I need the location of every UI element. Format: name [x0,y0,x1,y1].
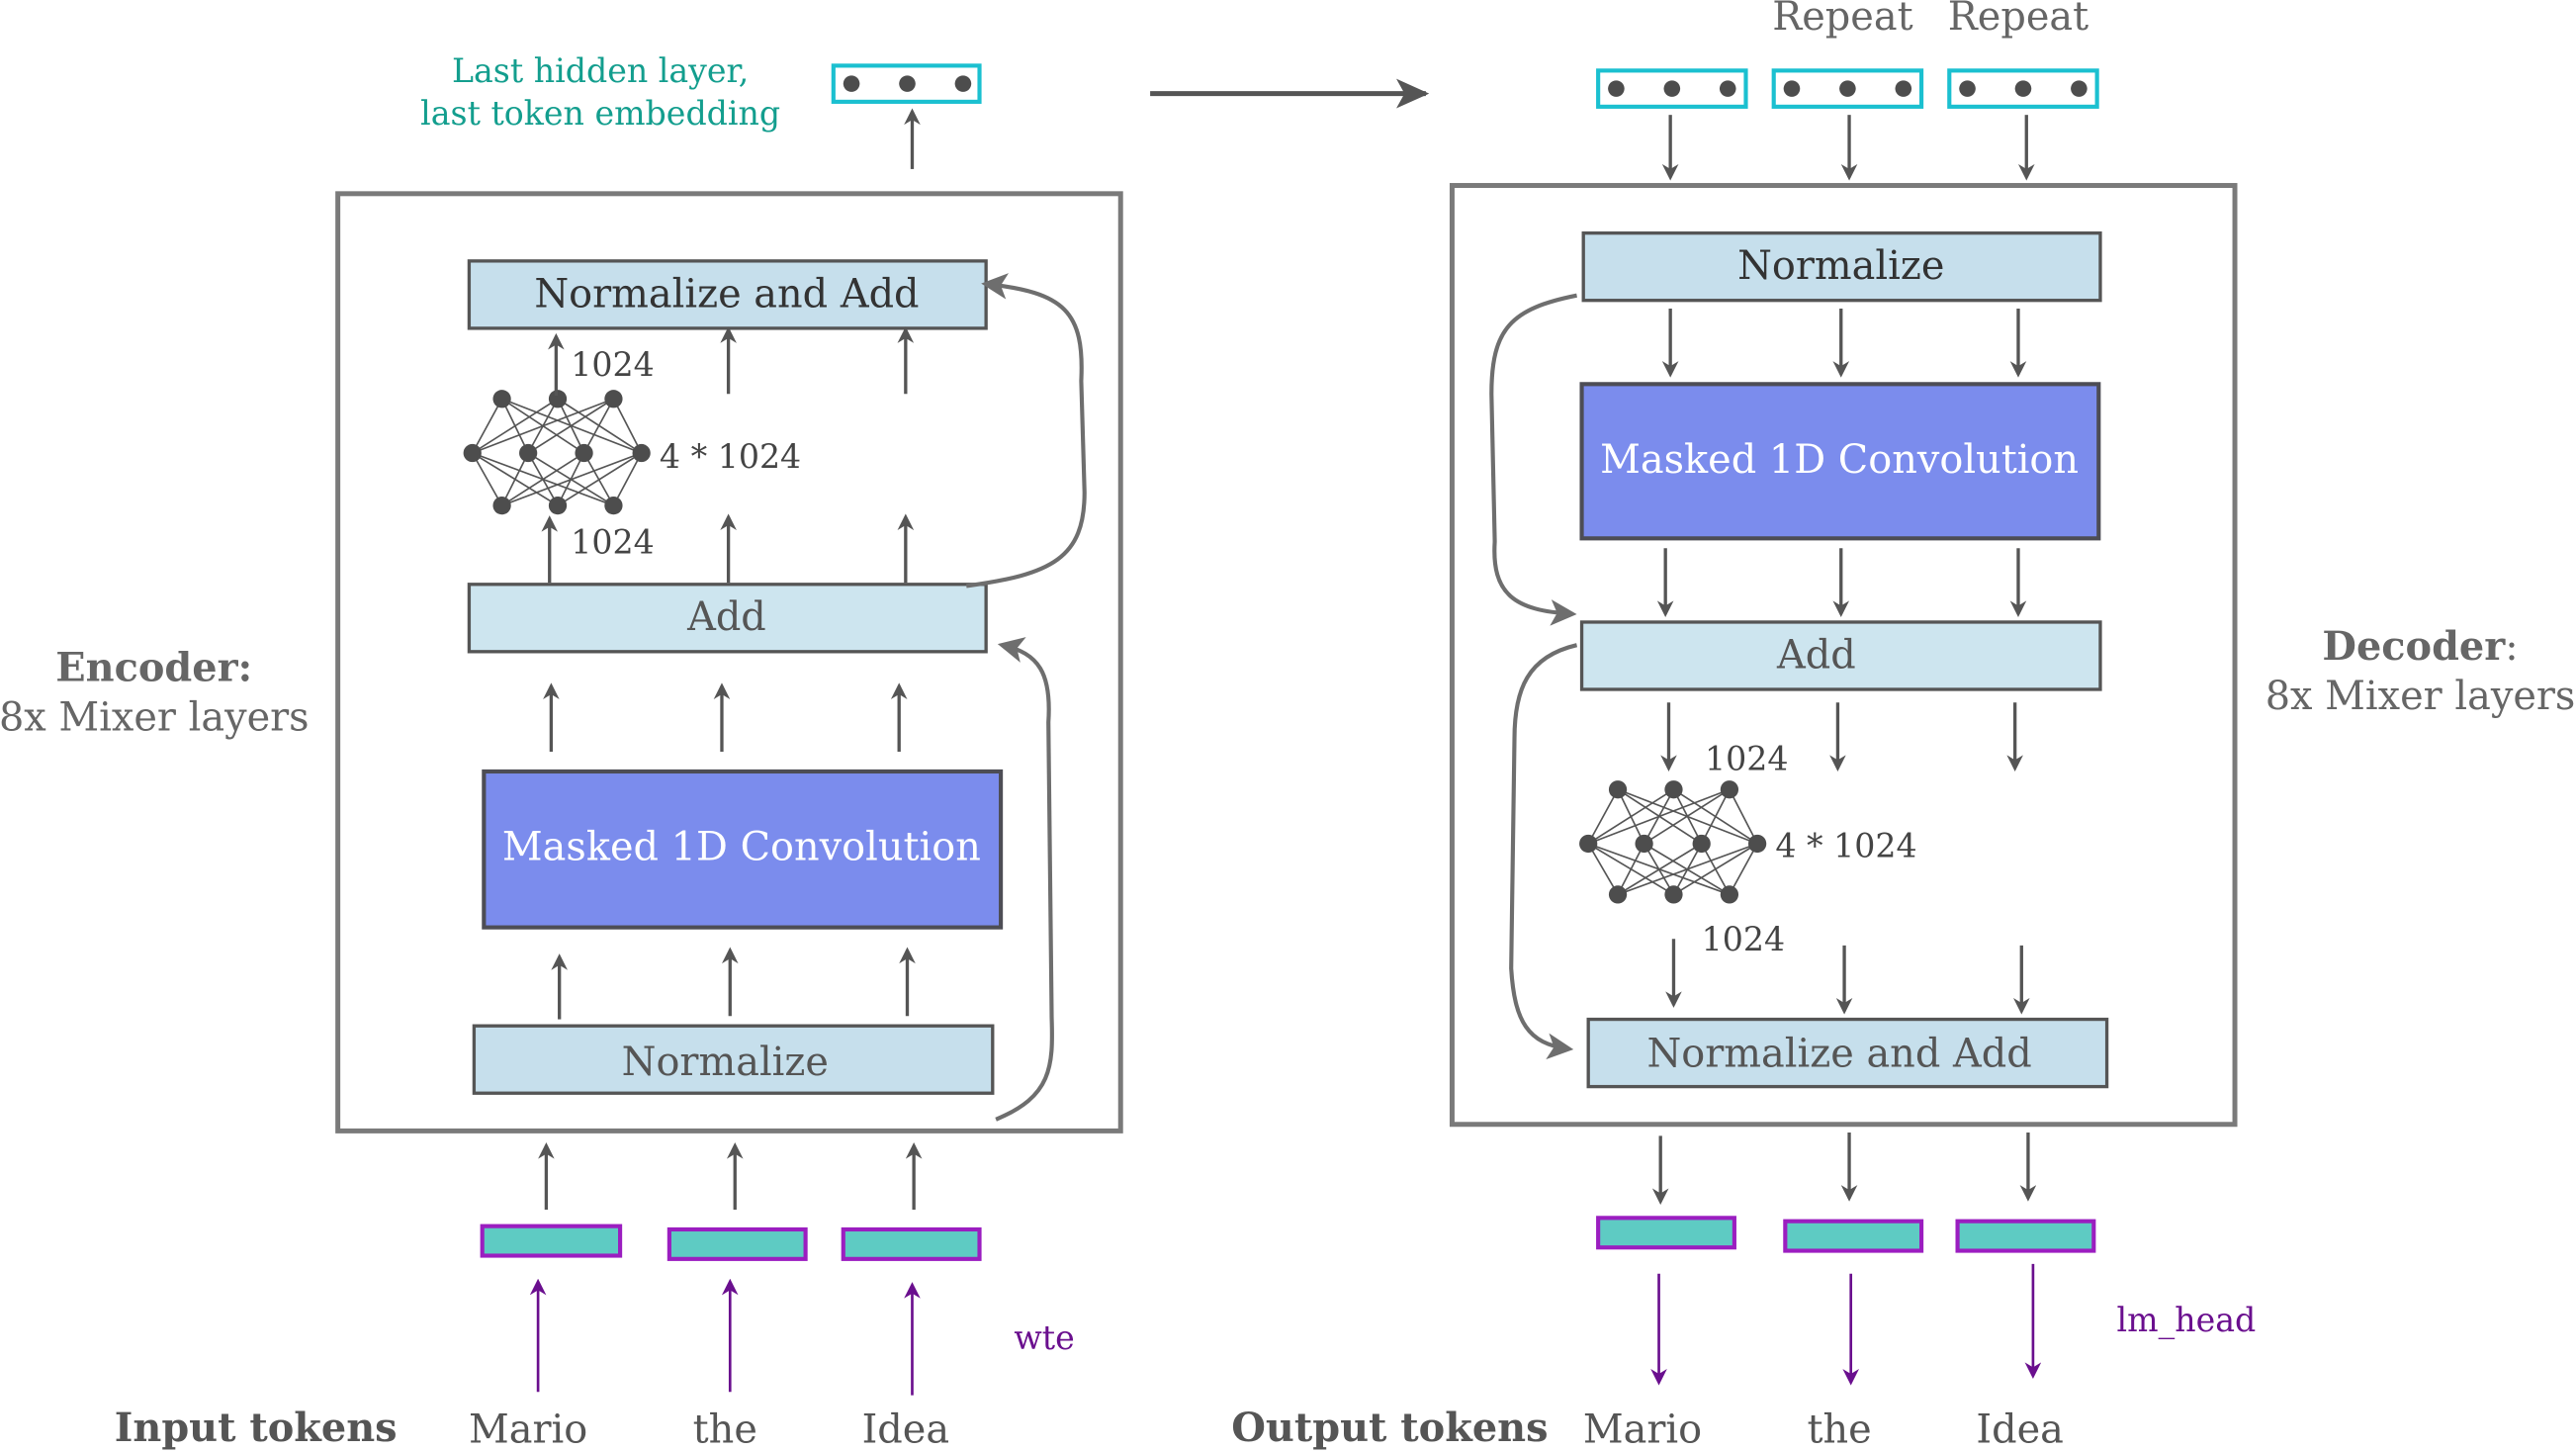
input-embedding [480,1224,623,1258]
neuron [492,390,511,408]
repeated-embedding-vector [1947,68,2099,109]
input-token: Idea [862,1407,950,1451]
encoder-residual-arrow-2 [995,637,1054,1122]
neuron [1720,780,1739,799]
input-embedding [666,1226,808,1261]
encoder-conv-label: Masked 1D Convolution [502,825,981,870]
neuron [1692,834,1711,854]
decoder-subtitle: 8x Mixer layers [2265,674,2576,719]
decoder-mlp-icon [1579,780,1767,904]
decoder-mlp-out-dim: 1024 [1702,920,1785,958]
encoder-title: Encoder: [55,646,252,691]
neuron [1720,885,1739,904]
wte-label: wte [1014,1318,1074,1357]
neuron [1664,780,1683,799]
input-token: the [693,1407,757,1451]
last-hidden-label-line2: last token embedding [420,94,780,133]
repeat-label: Repeat [1772,0,1912,40]
output-token: Idea [1976,1407,2064,1451]
decoder-title: Decoder: [2322,624,2518,670]
decoder: Decoder: 8x Mixer layers Repeat Repeat N… [1449,0,2576,1128]
output-embedding [1783,1219,1924,1253]
neuron [1608,780,1628,799]
neuron [604,496,623,515]
encoder-mlp-icon [463,390,651,515]
neuron [1747,834,1767,854]
input-tokens-label: Input tokens [115,1406,398,1451]
neuron [492,496,511,515]
neuron [1608,885,1628,904]
repeat-label: Repeat [1948,0,2088,40]
lm-head-label: lm_head [2117,1301,2257,1340]
encoder-normalize-label: Normalize [622,1040,829,1085]
output-token: Mario [1583,1407,1702,1451]
neuron [604,390,623,408]
output-embedding [1596,1216,1736,1250]
decoder-mlp-in-dim: 1024 [1705,739,1788,777]
neuron [519,443,538,463]
input-embedding [841,1226,982,1261]
decoder-input-embeddings [1596,68,2099,109]
neuron [1664,885,1683,904]
last-hidden-label-line1: Last hidden layer, [452,51,749,90]
output-token: the [1807,1407,1871,1451]
encoder-add-label: Add [686,594,766,640]
decoder-residual-arrow-1 [1489,293,1577,626]
repeated-embedding-vector [1771,68,1924,109]
input-token: Mario [469,1407,587,1451]
encoder-mlp-out-dim: 1024 [571,345,654,384]
neuron [632,443,651,463]
neuron [1635,834,1653,854]
decoder-normalize-add-label: Normalize and Add [1646,1032,2031,1077]
decoder-normalize-label: Normalize [1737,243,1944,289]
decoder-add-label: Add [1776,632,1856,678]
neuron [575,443,593,463]
decoder-conv-label: Masked 1D Convolution [1600,437,2079,483]
neuron [1579,834,1598,854]
neuron [463,443,482,463]
output-tokens-label: Output tokens [1231,1406,1548,1451]
architecture-diagram: Encoder: 8x Mixer layers Normalize and A… [0,0,2576,1451]
encoder-mlp-hidden-dim: 4 * 1024 [660,437,801,476]
decoder-residual-arrow-2 [1509,643,1578,1060]
repeated-embedding-vector [1596,68,1748,109]
neuron [548,496,568,515]
output-embedding [1955,1219,2096,1253]
last-token-embedding-vector [831,63,982,104]
encoder-normalize-add-label: Normalize and Add [534,271,919,317]
decoder-mlp-hidden-dim: 4 * 1024 [1775,826,1916,864]
encoder-mlp-in-dim: 1024 [571,522,654,561]
encoder-subtitle: 8x Mixer layers [0,694,310,740]
